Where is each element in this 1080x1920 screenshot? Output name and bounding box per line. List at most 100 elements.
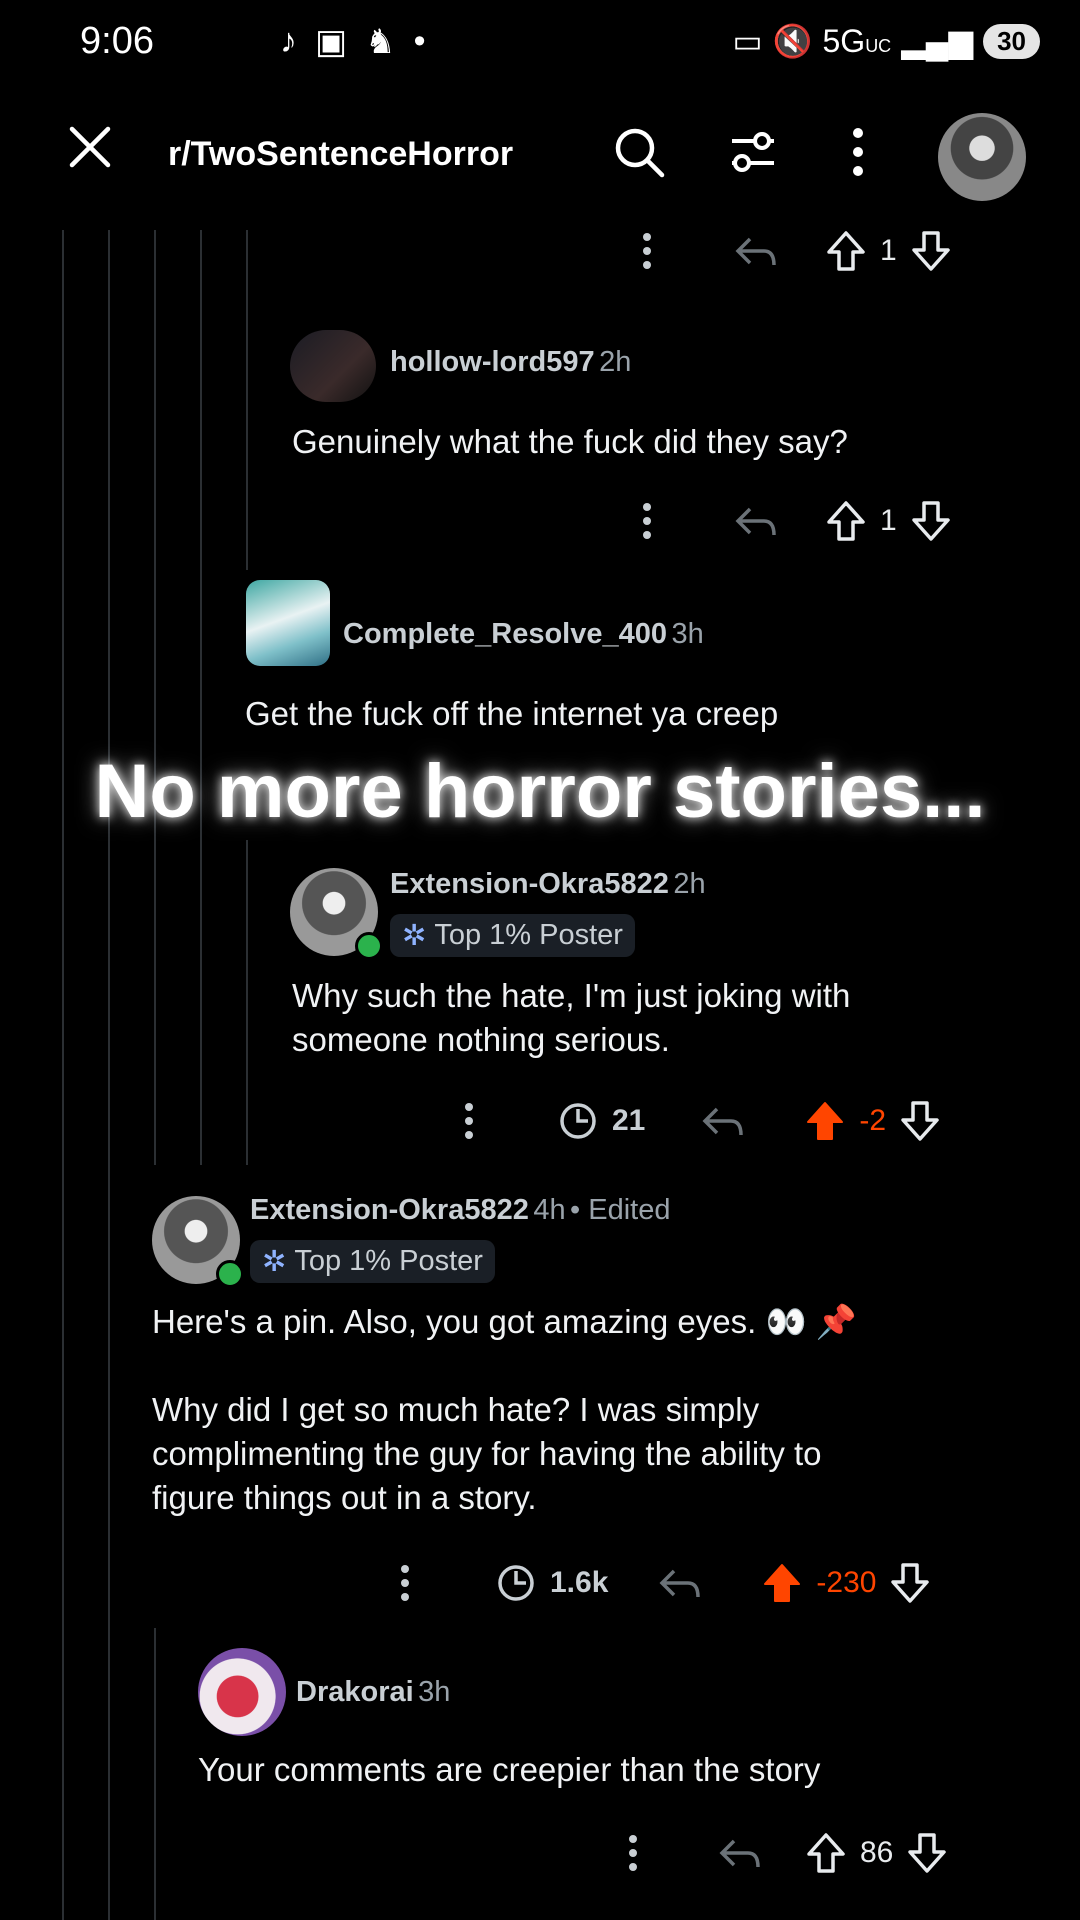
comment-header: Complete_Resolve_400 3h [343,618,704,651]
dot-icon: • [413,22,426,60]
timestamp: 2h [599,346,632,378]
more-icon[interactable] [640,501,654,541]
online-indicator [355,932,383,960]
more-icon[interactable] [640,231,654,271]
reply-icon[interactable] [701,1101,745,1141]
status-time: 9:06 [80,20,154,62]
timestamp: 2h [673,868,706,900]
more-icon[interactable] [626,1833,640,1873]
timestamp: 3h [671,618,704,650]
thread-line [108,230,110,1920]
tiktok-icon: ♪ [280,22,297,60]
more-icon[interactable] [462,1101,476,1141]
reply-icon[interactable] [734,231,778,271]
thread-line [246,230,248,570]
edited-label: • Edited [570,1194,671,1226]
flair-label: Top 1% Poster [434,919,623,951]
comment-actions: 86 [626,1832,947,1874]
upvote-icon[interactable] [806,1832,846,1874]
view-count: 21 [612,1104,646,1137]
system-icons: ▭ 🔇 5GUC ▂▄▆ 30 [732,22,1040,60]
comment-line: complimenting the guy for having the abi… [152,1435,822,1472]
downvote-icon[interactable] [911,230,951,272]
timestamp: 4h [533,1194,566,1226]
online-indicator [216,1260,244,1288]
thread-line [154,230,156,1165]
comment-actions: 1.6k -230 [398,1562,930,1604]
avatar[interactable] [246,580,330,666]
thread-line [246,840,248,1165]
username[interactable]: Complete_Resolve_400 [343,618,667,650]
search-icon[interactable] [612,125,666,184]
user-flair: ✲ Top 1% Poster [390,914,635,957]
user-flair: ✲ Top 1% Poster [250,1240,495,1283]
notification-icons: ♪ ▣ ♞ • [280,22,426,62]
avatar[interactable] [290,330,376,402]
comment-header: Extension-Okra5822 2h [390,868,706,901]
snapchat-icon: ♞ [365,23,396,61]
downvote-icon[interactable] [890,1562,930,1604]
thread-line [200,230,202,1165]
comment-line: figure things out in a story. [152,1479,537,1516]
vote-count: 1 [880,234,897,267]
user-avatar[interactable] [938,113,1026,201]
comment-body: Why such the hate, I'm just joking with … [292,974,850,1062]
signal-icon: ▂▄▆ [901,23,974,59]
username[interactable]: Extension-Okra5822 [250,1194,529,1226]
comment-header: hollow-lord597 2h [390,346,631,379]
comment-actions: 21 -2 [462,1100,940,1142]
comment-header: Extension-Okra5822 4h • Edited [250,1194,670,1227]
reply-icon[interactable] [658,1563,702,1603]
trophy-icon: ✲ [262,1246,287,1278]
comment-body: Here's a pin. Also, you got amazing eyes… [152,1300,1032,1520]
reply-icon[interactable] [734,501,778,541]
upvote-icon-active[interactable] [762,1562,802,1604]
vote-count: -2 [859,1104,887,1137]
subreddit-title[interactable]: r/TwoSentenceHorror [168,135,513,174]
vote-count: -230 [816,1566,877,1599]
username[interactable]: Drakorai [296,1676,414,1708]
comment-line: someone nothing serious. [292,1021,670,1058]
trophy-icon: ✲ [402,920,427,952]
thread-line [154,1628,156,1920]
comment-line: Why such the hate, I'm just joking with [292,977,851,1014]
comment-body: Your comments are creepier than the stor… [198,1751,821,1788]
comment-body: Get the fuck off the internet ya creep [245,695,779,732]
filter-icon[interactable] [726,125,780,184]
views-icon [558,1101,598,1141]
cast-icon: ▭ [732,23,763,59]
upvote-icon[interactable] [826,500,866,542]
comment-line: Why did I get so much hate? I was simply [152,1391,760,1428]
view-count: 1.6k [550,1566,609,1599]
twitch-icon: ▣ [315,23,348,61]
upvote-icon[interactable] [826,230,866,272]
downvote-icon[interactable] [911,500,951,542]
comment-actions: 1 [640,500,951,542]
video-caption: No more horror stories... [94,749,986,834]
vote-count: 86 [860,1836,894,1869]
flair-label: Top 1% Poster [294,1245,483,1277]
views-icon [496,1563,536,1603]
comment-line: Here's a pin. Also, you got amazing eyes… [152,1303,857,1340]
username[interactable]: hollow-lord597 [390,346,595,378]
downvote-icon[interactable] [907,1832,947,1874]
comment-header: Drakorai 3h [296,1676,450,1709]
vote-count: 1 [880,504,897,537]
close-icon[interactable] [68,125,124,181]
top-bar: r/TwoSentenceHorror [0,95,1080,215]
comment-actions: 1 [640,230,951,272]
reply-icon[interactable] [718,1833,762,1873]
username[interactable]: Extension-Okra5822 [390,868,669,900]
comment-body: Genuinely what the fuck did they say? [292,423,848,460]
more-options-icon[interactable] [848,125,868,184]
avatar[interactable] [198,1648,286,1736]
upvote-icon-active[interactable] [805,1100,845,1142]
network-label: 5GUC [822,22,892,59]
battery-badge: 30 [983,23,1040,59]
thread-line [62,230,64,1920]
timestamp: 3h [418,1676,451,1708]
downvote-icon[interactable] [900,1100,940,1142]
more-icon[interactable] [398,1563,412,1603]
status-bar: 9:06 ♪ ▣ ♞ • ▭ 🔇 5GUC ▂▄▆ 30 [0,0,1080,90]
mute-icon: 🔇 [772,23,813,59]
